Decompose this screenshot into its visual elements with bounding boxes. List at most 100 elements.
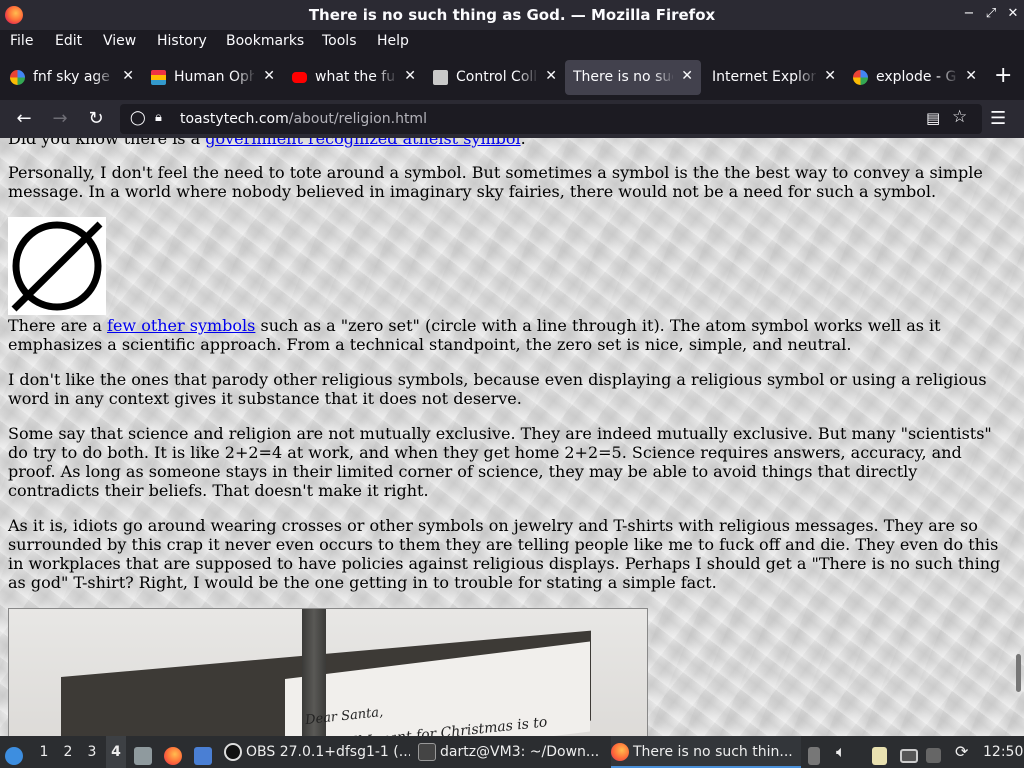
tab-youtube[interactable]: what the fuck ✕ bbox=[284, 60, 424, 95]
terminal-icon bbox=[418, 743, 436, 761]
lock-icon[interactable]: 🔒︎ bbox=[155, 110, 162, 125]
url-path: /about/religion.html bbox=[288, 111, 427, 127]
file-manager-icon bbox=[134, 746, 152, 765]
tab-control-collapse[interactable]: Control Collapse ✕ bbox=[425, 60, 565, 95]
billboard-photo: Dear Santa, All I want for Christmas is … bbox=[8, 608, 648, 736]
menu-tools[interactable]: Tools bbox=[322, 33, 357, 49]
tab-religion-active[interactable]: There is no such thing ✕ bbox=[565, 60, 701, 95]
desktop-launcher[interactable] bbox=[194, 736, 216, 768]
google-icon bbox=[853, 70, 868, 85]
tab-explode[interactable]: explode - Google ✕ bbox=[845, 60, 985, 95]
network-icon bbox=[926, 748, 941, 763]
paragraph-2: There are a few other symbols such as a … bbox=[8, 316, 1008, 354]
taskbar-app-terminal[interactable]: dartz@VM3: ~/Down... bbox=[418, 736, 604, 768]
taskbar-clock[interactable]: 12:50 bbox=[983, 736, 1023, 768]
tab-close-icon[interactable]: ✕ bbox=[122, 68, 134, 84]
tab-close-icon[interactable]: ✕ bbox=[681, 68, 693, 84]
app-menu-hamburger-icon[interactable]: ☰ bbox=[990, 108, 1006, 129]
app-label: There is no such thin... bbox=[633, 744, 793, 760]
tracking-protection-shield-icon[interactable]: ◯ bbox=[130, 110, 146, 126]
google-icon bbox=[10, 70, 25, 85]
tab-fade bbox=[517, 60, 539, 95]
tab-fade bbox=[937, 60, 959, 95]
minimize-button[interactable]: − bbox=[960, 5, 978, 23]
workspace-3[interactable]: 3 bbox=[82, 736, 102, 768]
workspace-1[interactable]: 1 bbox=[34, 736, 54, 768]
tab-close-icon[interactable]: ✕ bbox=[824, 68, 836, 84]
back-button[interactable]: ← bbox=[13, 108, 35, 129]
scrollbar-thumb[interactable] bbox=[1016, 654, 1021, 692]
paragraph-5: As it is, idiots go around wearing cross… bbox=[8, 516, 1001, 592]
new-tab-button[interactable]: + bbox=[994, 63, 1012, 88]
menu-edit[interactable]: Edit bbox=[55, 33, 82, 49]
network-tray-icon[interactable] bbox=[926, 736, 948, 768]
tab-fade bbox=[796, 60, 818, 95]
paragraph-1: Personally, I don't feel the need to tot… bbox=[8, 163, 983, 201]
url-text[interactable]: toastytech.com/about/religion.html bbox=[180, 111, 427, 127]
desktop-taskbar: 1 2 3 4 OBS 27.0.1+dfsg1-1 (... dartz@VM… bbox=[0, 736, 1024, 768]
file-manager-launcher[interactable] bbox=[134, 736, 156, 768]
navigation-toolbar: ← → ↻ ◯ 🔒︎ toastytech.com/about/religion… bbox=[0, 100, 1024, 138]
obs-icon bbox=[224, 743, 242, 761]
page-content: Did you know there is a government recog… bbox=[0, 138, 1024, 736]
volume-icon[interactable]: 🔈︎ bbox=[836, 736, 856, 768]
monitor-icon bbox=[900, 749, 918, 763]
menu-bookmarks[interactable]: Bookmarks bbox=[226, 33, 304, 49]
site-icon bbox=[433, 70, 448, 85]
tab-fade bbox=[376, 60, 398, 95]
text: There are a bbox=[8, 316, 108, 335]
trash-tray-icon[interactable] bbox=[808, 736, 826, 768]
few-other-symbols-link[interactable]: few other symbols bbox=[107, 316, 255, 335]
firefox-launcher[interactable] bbox=[164, 736, 186, 768]
menu-bar: File Edit View History Bookmarks Tools H… bbox=[0, 30, 1024, 55]
tab-fade bbox=[235, 60, 257, 95]
desktop-icon bbox=[194, 746, 212, 765]
text: Did you know there is a bbox=[8, 138, 206, 148]
youtube-icon bbox=[292, 72, 307, 83]
tab-close-icon[interactable]: ✕ bbox=[545, 68, 557, 84]
tab-bar: fnf sky age - Google ✕ Human Ophrys ✕ wh… bbox=[0, 55, 1024, 100]
menu-help[interactable]: Help bbox=[377, 33, 409, 49]
paragraph-4: Some say that science and religion are n… bbox=[8, 424, 992, 500]
paragraph-3: I don't like the ones that parody other … bbox=[8, 370, 987, 408]
tab-fnf-sky-age[interactable]: fnf sky age - Google ✕ bbox=[2, 60, 142, 95]
taskbar-app-obs[interactable]: OBS 27.0.1+dfsg1-1 (... bbox=[224, 736, 410, 768]
forward-button[interactable]: → bbox=[49, 108, 71, 129]
app-label: OBS 27.0.1+dfsg1-1 (... bbox=[246, 744, 410, 760]
menu-file[interactable]: File bbox=[10, 33, 33, 49]
distro-logo-icon bbox=[5, 746, 23, 765]
window-titlebar: There is no such thing as God. — Mozilla… bbox=[0, 0, 1024, 30]
window-title: There is no such thing as God. — Mozilla… bbox=[308, 6, 716, 24]
atheist-symbol-link[interactable]: government recognized atheist symbol bbox=[205, 138, 520, 148]
workspace-2[interactable]: 2 bbox=[58, 736, 78, 768]
bookmark-star-icon[interactable]: ☆ bbox=[952, 107, 967, 127]
menu-history[interactable]: History bbox=[157, 33, 207, 49]
site-icon bbox=[151, 70, 166, 85]
tab-close-icon[interactable]: ✕ bbox=[263, 68, 275, 84]
text: . bbox=[520, 138, 526, 148]
start-menu-button[interactable] bbox=[5, 736, 27, 768]
page-scrollbar[interactable] bbox=[1012, 138, 1024, 736]
workspace-4[interactable]: 4 bbox=[106, 736, 126, 768]
url-domain: toastytech.com bbox=[180, 111, 289, 127]
tab-fade bbox=[94, 60, 116, 95]
menu-view[interactable]: View bbox=[103, 33, 136, 49]
tab-close-icon[interactable]: ✕ bbox=[404, 68, 416, 84]
update-tray-icon[interactable]: ⟳ bbox=[955, 736, 975, 768]
close-window-button[interactable]: ✕ bbox=[1004, 5, 1022, 23]
display-tray-icon[interactable] bbox=[900, 736, 922, 768]
firefox-icon bbox=[164, 746, 182, 765]
tab-human-ophrys[interactable]: Human Ophrys ✕ bbox=[143, 60, 283, 95]
reader-view-icon[interactable]: ▤ bbox=[926, 109, 940, 127]
firefox-icon bbox=[611, 743, 629, 761]
reload-button[interactable]: ↻ bbox=[85, 108, 107, 129]
clipboard-tray-icon[interactable] bbox=[872, 736, 894, 768]
maximize-button[interactable]: ⤢ bbox=[982, 5, 1000, 23]
partial-paragraph-top: Did you know there is a government recog… bbox=[8, 138, 1008, 148]
tab-internet-explorer[interactable]: Internet Explorer ✕ bbox=[704, 60, 844, 95]
zero-set-icon bbox=[11, 221, 103, 312]
tab-close-icon[interactable]: ✕ bbox=[965, 68, 977, 84]
taskbar-app-firefox[interactable]: There is no such thin... bbox=[611, 736, 801, 768]
url-bar[interactable]: ◯ 🔒︎ toastytech.com/about/religion.html … bbox=[120, 104, 982, 134]
app-label: dartz@VM3: ~/Down... bbox=[440, 744, 600, 760]
